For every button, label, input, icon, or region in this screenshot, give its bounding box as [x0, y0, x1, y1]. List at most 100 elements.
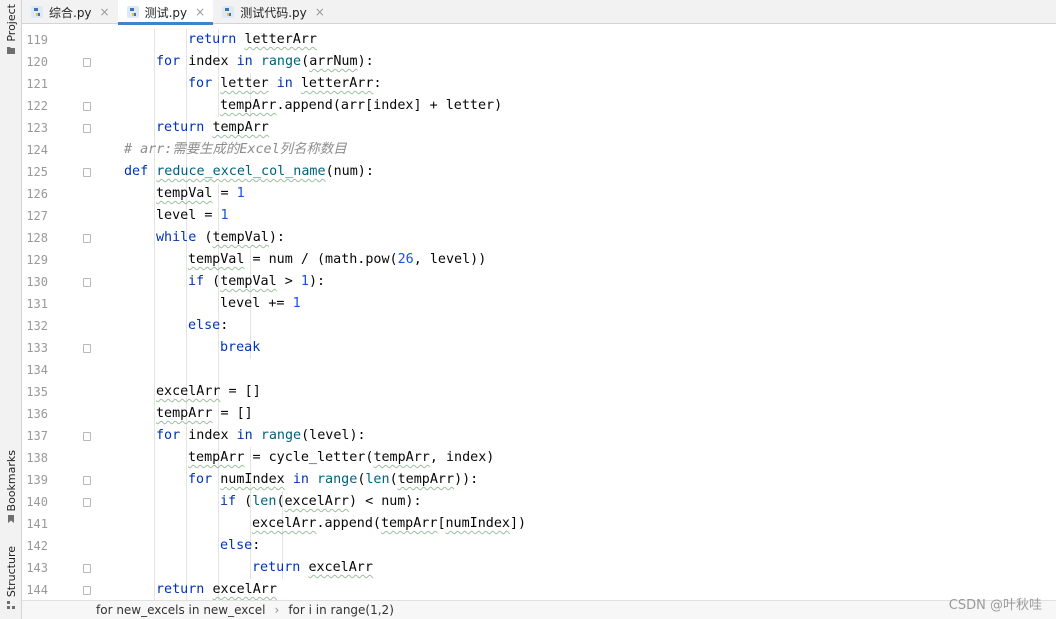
fold-marker-icon[interactable] [83, 432, 91, 441]
fold-marker-icon[interactable] [83, 124, 91, 133]
code-token: = [212, 186, 237, 201]
code-text: else: [188, 315, 228, 337]
code-text: tempVal = num / (math.pow(26, level)) [188, 249, 486, 271]
code-line[interactable]: for letter in letterArr: [94, 73, 1056, 95]
code-line[interactable]: tempArr = cycle_letter(tempArr, index) [94, 447, 1056, 469]
code-token: return [156, 582, 205, 597]
gutter-line: 121 [22, 73, 94, 95]
code-line[interactable]: break [94, 337, 1056, 359]
line-number: 119 [26, 33, 48, 47]
gutter-line: 142 [22, 535, 94, 557]
code-token: tempVal [156, 186, 213, 201]
code-line[interactable]: excelArr = [] [94, 381, 1056, 403]
code-token: ( [196, 230, 213, 245]
code-token: break [220, 340, 261, 355]
code-token: letterArr [300, 76, 374, 91]
code-token: tempArr [397, 472, 455, 487]
close-icon[interactable]: × [100, 5, 110, 19]
gutter-line: 125 [22, 161, 94, 183]
gutter-line: 128 [22, 227, 94, 249]
structure-tool-button[interactable]: Structure [0, 546, 22, 613]
bookmarks-tool-button[interactable]: Bookmarks [0, 450, 22, 527]
close-icon[interactable]: × [315, 5, 325, 19]
code-text: for index in range(arrNum): [156, 51, 374, 73]
code-line[interactable]: tempArr.append(arr[index] + letter) [94, 95, 1056, 117]
fold-marker-icon[interactable] [83, 586, 91, 595]
project-tool-button[interactable]: Project [0, 4, 22, 58]
code-token: (level): [301, 428, 366, 443]
code-line[interactable]: tempVal = 1 [94, 183, 1056, 205]
code-line[interactable]: def reduce_excel_col_name(num): [94, 161, 1056, 183]
code-token: tempVal [220, 274, 277, 289]
gutter-line: 123 [22, 117, 94, 139]
code-token: ( [276, 494, 285, 509]
code-line[interactable]: return letterArr [94, 29, 1056, 51]
code-token: ): [268, 230, 285, 245]
fold-marker-icon[interactable] [83, 168, 91, 177]
line-number: 141 [26, 517, 48, 531]
fold-marker-icon[interactable] [83, 498, 91, 507]
code-line[interactable]: excelArr.append(tempArr[numIndex]) [94, 513, 1056, 535]
python-file-icon [31, 6, 43, 18]
code-line[interactable]: level += 1 [94, 293, 1056, 315]
fold-marker-icon[interactable] [83, 564, 91, 573]
code-text: return letterArr [188, 29, 317, 51]
code-token: if [220, 494, 237, 509]
tab-ceshi[interactable]: 测试.py × [117, 0, 214, 25]
code-line[interactable]: for numIndex in range(len(tempArr)): [94, 469, 1056, 491]
code-line[interactable]: return excelArr [94, 579, 1056, 600]
code-token: excelArr [156, 384, 221, 399]
fold-marker-icon[interactable] [83, 476, 91, 485]
code-line[interactable]: while (tempVal): [94, 227, 1056, 249]
tab-zonghe[interactable]: 综合.py × [22, 0, 118, 24]
code-token: , level)) [413, 252, 487, 267]
code-line[interactable]: for index in range(arrNum): [94, 51, 1056, 73]
line-number: 130 [26, 275, 48, 289]
code-line[interactable] [94, 359, 1056, 381]
code-token: : [252, 538, 261, 553]
code-token: = num / (math.pow( [244, 252, 398, 267]
code-line[interactable]: else: [94, 535, 1056, 557]
code-editor[interactable]: return letterArr for index in range(arrNu… [94, 25, 1056, 600]
code-line[interactable]: return excelArr [94, 557, 1056, 579]
breadcrumb-item[interactable]: for i in range(1,2) [288, 603, 394, 617]
fold-marker-icon[interactable] [83, 234, 91, 243]
fold-marker-icon[interactable] [83, 278, 91, 287]
code-token: excelArr [308, 560, 373, 575]
breadcrumb-item[interactable]: for new_excels in new_excel [96, 603, 266, 617]
gutter-line: 143 [22, 557, 94, 579]
line-number: 136 [26, 407, 48, 421]
code-token: letterArr [244, 32, 317, 47]
code-line[interactable]: return tempArr [94, 117, 1056, 139]
code-token: return [188, 32, 237, 47]
code-line[interactable]: level = 1 [94, 205, 1056, 227]
code-token: return [252, 560, 301, 575]
code-token: in [236, 428, 253, 443]
code-token: 26 [397, 252, 414, 267]
code-token: ): [308, 274, 326, 289]
code-token: in [236, 54, 253, 69]
code-line[interactable]: for index in range(level): [94, 425, 1056, 447]
line-number: 135 [26, 385, 48, 399]
code-line[interactable]: if (len(excelArr) < num): [94, 491, 1056, 513]
code-line[interactable]: else: [94, 315, 1056, 337]
line-number: 120 [26, 55, 48, 69]
code-text: if (tempVal > 1): [188, 271, 325, 293]
close-icon[interactable]: × [195, 5, 205, 19]
line-number: 144 [26, 583, 48, 597]
line-number: 122 [26, 99, 48, 113]
fold-marker-icon[interactable] [83, 58, 91, 67]
fold-marker-icon[interactable] [83, 344, 91, 353]
code-line[interactable]: tempArr = [] [94, 403, 1056, 425]
line-number: 128 [26, 231, 48, 245]
line-number: 139 [26, 473, 48, 487]
code-line[interactable]: # arr:需要生成的Excel列名称数目 [94, 139, 1056, 161]
tab-ceshi-daima[interactable]: 测试代码.py × [213, 0, 333, 24]
code-line[interactable]: if (tempVal > 1): [94, 271, 1056, 293]
code-token: 1 [236, 186, 245, 201]
fold-marker-icon[interactable] [83, 102, 91, 111]
code-line[interactable]: tempVal = num / (math.pow(26, level)) [94, 249, 1056, 271]
code-token: in [276, 76, 293, 91]
line-number: 121 [26, 77, 48, 91]
